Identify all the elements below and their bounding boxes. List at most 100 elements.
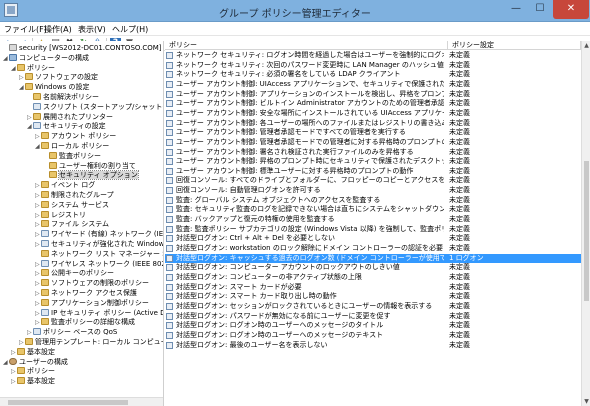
minimize-button[interactable]: —: [504, 0, 528, 19]
policy-row[interactable]: 対話型ログオン: 最後のユーザー名を表示しない 未定義: [165, 341, 581, 350]
tree-item[interactable]: ▷ ポリシー ベースの QoS: [27, 328, 117, 337]
column-header-policy[interactable]: ポリシー: [165, 41, 448, 50]
policy-row[interactable]: ユーザー アカウント制御: 管理者承認モードですべての管理者を実行する 未定義: [165, 128, 581, 137]
menu-action[interactable]: 操作(A): [44, 24, 72, 35]
menu-help[interactable]: ヘルプ(H): [112, 24, 148, 35]
policy-row[interactable]: ユーザー アカウント制御: ビルトイン Administrator アカウントの…: [165, 99, 581, 108]
policy-row[interactable]: 対話型ログオン: スマート カード取り出し時の動作 未定義: [165, 292, 581, 301]
tree-item[interactable]: 監査ポリシー: [43, 151, 101, 161]
console-tree[interactable]: security [WS2012-DC01.CONTOSO.COM] ポリシー◢…: [0, 41, 164, 406]
tree-item[interactable]: ▷ ファイル システム: [35, 220, 109, 229]
policy-row[interactable]: 対話型ログオン: スマート カードが必要 未定義: [165, 283, 581, 292]
scroll-up-icon[interactable]: ▲: [582, 41, 590, 50]
tree-item[interactable]: ◢ Windows の設定: [19, 83, 89, 92]
policy-row[interactable]: 回復コンソール: すべてのドライブとフォルダーに、フロッピーのコピーとアクセスを…: [165, 176, 581, 185]
tree-item-label: セキュリティの設定: [43, 122, 106, 131]
policy-row[interactable]: ユーザー アカウント制御: UIAccess アプリケーションで、セキュリティで…: [165, 80, 581, 89]
tree-horizontal-scrollbar[interactable]: [0, 397, 163, 406]
tree-item[interactable]: ◢ ユーザーの構成: [3, 357, 68, 367]
policy-row[interactable]: ネットワーク セキュリティ: ログオン時間を経過した場合はユーザーを強制的にログ…: [165, 51, 581, 60]
tree-item[interactable]: ▷ 制限されたグループ: [35, 191, 114, 200]
tree-item[interactable]: ▷ 公開キーのポリシー: [35, 269, 114, 278]
policy-row[interactable]: 対話型ログオン: ログオン時のユーザーへのメッセージのタイトル 未定義: [165, 321, 581, 330]
policy-row[interactable]: 監査: バックアップと復元の特権の使用を監査する 未定義: [165, 215, 581, 224]
policy-setting-value: 未定義: [449, 89, 470, 98]
tree-item[interactable]: ▷ レジストリ: [35, 210, 86, 220]
policy-row[interactable]: 対話型ログオン: workstation のロック解除にドメイン コントローラー…: [165, 244, 581, 253]
policy-row[interactable]: 対話型ログオン: Ctrl + Alt + Del を必要としない 未定義: [165, 234, 581, 243]
policy-setting-value: 未定義: [449, 340, 470, 349]
tree-item[interactable]: ▷セキュリティが強化された Windows ファイアウォール: [35, 240, 163, 249]
tree-item[interactable]: ▷ 監査ポリシーの詳細な構成: [35, 318, 135, 327]
policy-row[interactable]: ネットワーク セキュリティ: 必須の署名をしている LDAP クライアント 未定義: [165, 70, 581, 79]
maximize-button[interactable]: ☐: [528, 0, 552, 19]
list-scroll-thumb[interactable]: [584, 161, 589, 301]
tree-item[interactable]: ▷ ポリシー: [11, 367, 55, 376]
policy-name: ユーザー アカウント制御: アプリケーションのインストールを検出し、昇格をプロン…: [176, 89, 444, 98]
policy-row[interactable]: ユーザー アカウント制御: 安全な場所にインストールされている UIAccess…: [165, 109, 581, 118]
tree-item[interactable]: ▷ イベント ログ: [35, 181, 95, 190]
tree-item[interactable]: ▷管理用テンプレート: ローカル コンピューターから取得したポリシー定義: [19, 338, 163, 347]
tree-item[interactable]: ▷ システム サービス: [35, 200, 109, 210]
tree-item[interactable]: スクリプト (スタートアップ/シャットダウン): [27, 102, 163, 112]
policy-row[interactable]: 対話型ログオン: セッションがロックされているときにユーザーの情報を表示する 未定…: [165, 302, 581, 311]
tree-item[interactable]: 名前解決ポリシー: [27, 93, 99, 102]
tree-item[interactable]: ◢ セキュリティの設定: [27, 122, 106, 131]
tree-item[interactable]: ▷ アカウント ポリシー: [35, 132, 116, 141]
tree-item[interactable]: ▷ 展開されたプリンター: [27, 112, 113, 122]
policy-row[interactable]: 対話型ログオン: コンピューターの非アクティブ状態の上限 未定義: [165, 273, 581, 282]
tree-item[interactable]: security [WS2012-DC01.CONTOSO.COM] ポリシー: [3, 44, 163, 53]
tree-item[interactable]: ◢ ローカル ポリシー: [35, 142, 109, 151]
tree-item[interactable]: ▷ワイヤード (有線) ネットワーク (IEEE 802.3) ポリシー: [35, 230, 163, 239]
policy-setting-icon: [166, 52, 173, 59]
tree-item[interactable]: ネットワーク リスト マネージャー ポリシー: [35, 249, 163, 259]
tree-item[interactable]: ▷ 基本設定: [11, 347, 55, 357]
tree-item[interactable]: ▷ ソフトウェアの制限のポリシー: [35, 279, 149, 288]
policy-row[interactable]: ユーザー アカウント制御: 各ユーザーの場所へのファイルまたはレジストリの書き込…: [165, 119, 581, 128]
folder-icon: [41, 318, 49, 326]
folder-icon: [17, 377, 25, 385]
policy-row[interactable]: 監査: セキュリティ監査のログを記録できない場合は直ちにシステムをシャットダウン…: [165, 205, 581, 214]
policy-list[interactable]: ポリシー ポリシー設定 ネットワーク セキュリティ: ログオン時間を経過した場合…: [165, 41, 590, 406]
tree-item[interactable]: ▷ アプリケーション制御ポリシー: [35, 298, 149, 308]
scroll-down-icon[interactable]: ▼: [582, 397, 590, 406]
policy-icon: [33, 102, 41, 110]
tree-item[interactable]: ▷IP セキュリティ ポリシー (Active Directory): [35, 308, 163, 318]
policy-row[interactable]: ユーザー アカウント制御: 管理者承認モードでの管理者に対する昇格時のプロンプト…: [165, 138, 581, 147]
tree-item[interactable]: ◢ ポリシー: [11, 63, 55, 73]
policy-row[interactable]: 対話型ログオン: コンピューター アカウントのロックアウトのしきい値 未定義: [165, 263, 581, 272]
menu-bar: ファイル(F) 操作(A) 表示(V) ヘルプ(H): [0, 22, 590, 36]
tree-item[interactable]: ▷ ソフトウェアの設定: [19, 73, 98, 82]
policy-setting-value: 未定義: [449, 215, 470, 224]
policy-row[interactable]: 回復コンソール: 自動管理ログオンを許可する 未定義: [165, 186, 581, 195]
policy-row[interactable]: 監査: グローバル システム オブジェクトへのアクセスを監査する 未定義: [165, 196, 581, 205]
close-button[interactable]: ✕: [553, 0, 589, 19]
tree-item[interactable]: ▷ 基本設定: [11, 377, 55, 386]
tree-scroll-thumb[interactable]: [8, 400, 128, 405]
tree-item[interactable]: ◢ コンピューターの構成: [3, 53, 89, 63]
policy-name: 監査: セキュリティ監査のログを記録できない場合は直ちにシステムをシャットダウン…: [176, 205, 444, 214]
policy-row[interactable]: 監査: 監査ポリシー サブカテゴリの設定 (Windows Vista 以降) …: [165, 225, 581, 234]
policy-row[interactable]: 対話型ログオン: ログオン時のユーザーへのメッセージのテキスト 未定義: [165, 331, 581, 340]
column-header-setting[interactable]: ポリシー設定: [448, 41, 581, 50]
policy-setting-value: 未定義: [449, 321, 470, 330]
policy-setting-icon: [166, 80, 173, 88]
policy-row[interactable]: ユーザー アカウント制御: 署名され検証された実行ファイルのみを昇格する 未定義: [165, 148, 581, 157]
tree-item[interactable]: ▷ワイヤレス ネットワーク (IEEE 802.11) ポリシー: [35, 259, 163, 269]
policy-row[interactable]: ネットワーク セキュリティ: 次回のパスワード変更時に LAN Manager …: [165, 61, 581, 70]
menu-view[interactable]: 表示(V): [78, 24, 106, 35]
policy-row[interactable]: 対話型ログオン: パスワードが無効になる前にユーザーに変更を促す 未定義: [165, 312, 581, 321]
list-vertical-scrollbar[interactable]: ▲ ▼: [581, 41, 590, 406]
folder-icon: [41, 142, 49, 149]
policy-row[interactable]: 対話型ログオン: キャッシュする過去のログオン数 (ドメイン コントローラーが使…: [165, 253, 581, 263]
policy-name: 監査: バックアップと復元の特権の使用を監査する: [176, 215, 335, 224]
policy-setting-value: 未定義: [449, 176, 470, 185]
menu-file[interactable]: ファイル(F): [4, 24, 47, 35]
tree-item[interactable]: ▷ ネットワーク アクセス保護: [35, 289, 137, 298]
policy-row[interactable]: ユーザー アカウント制御: アプリケーションのインストールを検出し、昇格をプロン…: [165, 90, 581, 99]
tree-item[interactable]: ユーザー権利の割り当て: [43, 161, 136, 171]
policy-row[interactable]: ユーザー アカウント制御: 標準ユーザーに対する昇格時のプロンプトの動作 未定義: [165, 167, 581, 176]
folder-icon: [17, 63, 25, 71]
policy-row[interactable]: ユーザー アカウント制御: 昇格のプロンプト時にセキュリティで保護されたデスクト…: [165, 157, 581, 166]
tree-item[interactable]: セキュリティ オプション: [43, 170, 139, 181]
